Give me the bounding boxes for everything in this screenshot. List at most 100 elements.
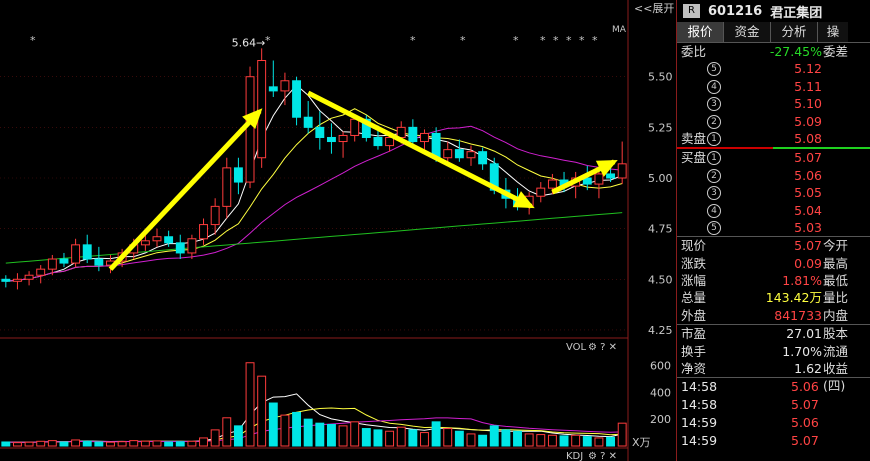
- buy-level-row: 买盘 1 5.07: [677, 149, 870, 166]
- candle-body: [59, 258, 69, 264]
- level-price: 5.03: [794, 219, 822, 235]
- candle-body: [466, 151, 476, 159]
- level-price: 5.08: [794, 130, 822, 146]
- vol-unit-label: X万: [632, 436, 651, 449]
- level-number: 1: [707, 151, 721, 166]
- buy-level-row: 2 5.06: [677, 167, 870, 184]
- candle-body: [82, 244, 92, 260]
- vol-tick-label: 200: [650, 413, 671, 426]
- ma-label: MA: [612, 25, 627, 35]
- volume-bar: [140, 440, 150, 447]
- volume-bar: [175, 441, 185, 447]
- volume-bar: [547, 434, 557, 447]
- vol-tick-label: 600: [650, 359, 671, 372]
- volume-bar: [373, 429, 383, 447]
- candle-body: [373, 136, 383, 147]
- candle-body: [443, 149, 453, 159]
- volume-bar: [513, 430, 522, 447]
- candle-body: [606, 173, 616, 179]
- candle-body: [164, 236, 174, 244]
- volume-bar: [71, 439, 81, 447]
- stats-block: 现价 5.07 今开 涨跌 0.09 最高 涨幅 1.81% 最低 总量 143.42万 量比 外盘 84…: [677, 237, 870, 324]
- kline-chart[interactable]: 5.64→ 5.50 5.25 5.00 4.75 4.50 4.25 600 400 200 X…: [0, 0, 676, 461]
- buy-level-row: 4 5.04: [677, 202, 870, 219]
- volume-bar: [582, 436, 592, 447]
- volume-bar: [24, 441, 34, 447]
- tick-time: 14:59: [681, 433, 718, 449]
- candle-body: [94, 258, 104, 266]
- stat-label-2: 量比: [823, 290, 849, 306]
- volume-bar: [536, 434, 546, 447]
- volume-bar: [571, 434, 581, 447]
- stat-value: 1.62: [794, 361, 822, 377]
- candle-body: [478, 151, 488, 165]
- tick-price: 5.07: [791, 433, 819, 449]
- level-number: 3: [707, 186, 721, 201]
- stat-row: 换手 1.70% 流通: [677, 343, 870, 360]
- tab-funds[interactable]: 资金: [724, 22, 771, 42]
- stat-label: 市盈: [681, 326, 707, 342]
- level-price: 5.05: [794, 185, 822, 201]
- volume-bar: [408, 429, 418, 447]
- volume-bar: [152, 440, 162, 447]
- candle-body: [385, 136, 395, 147]
- volume-bar: [210, 429, 220, 447]
- event-marker: *: [410, 34, 416, 47]
- candle-body: [12, 278, 22, 282]
- candle-body: [454, 149, 464, 159]
- gear-icon[interactable]: ⚙ ? ✕: [588, 342, 617, 353]
- candle-body: [420, 132, 429, 143]
- stat-value: 0.09: [794, 255, 822, 271]
- stock-header: R 601216 君正集团: [677, 0, 870, 22]
- level-number: 2: [707, 168, 721, 183]
- volume-bar: [1, 441, 11, 447]
- gear-icon[interactable]: ⚙ ? ✕: [588, 451, 617, 461]
- tick-price: 5.06: [791, 415, 819, 431]
- y-tick-label: 4.75: [648, 223, 673, 236]
- volume-bar: [59, 441, 69, 447]
- candlestick-series: 5.64→: [1, 36, 627, 290]
- tab-operate[interactable]: 操: [818, 22, 848, 42]
- tab-analysis[interactable]: 分析: [771, 22, 818, 42]
- arrow-shaft: [108, 109, 262, 271]
- tick-time: 14:58: [681, 379, 718, 395]
- candle-body: [617, 163, 627, 179]
- stat-row: 涨幅 1.81% 最低: [677, 272, 870, 289]
- event-marker: *: [265, 34, 271, 47]
- level-price: 5.04: [794, 202, 822, 218]
- expand-button[interactable]: <<展开: [634, 2, 674, 15]
- vol-label: VOL: [566, 342, 587, 353]
- volume-bar: [489, 425, 499, 447]
- volume-bar: [338, 425, 348, 447]
- y-tick-label: 5.00: [648, 172, 673, 185]
- volume-bar: [292, 411, 302, 447]
- level-price: 5.06: [794, 167, 822, 183]
- event-marker: *: [553, 34, 559, 47]
- buy-level-row: 5 5.03: [677, 219, 870, 236]
- axis-labels: 5.50 5.25 5.00 4.75 4.50 4.25 600 400 200 X万 <<展开 M…: [30, 2, 674, 461]
- ma5-line: [5, 84, 623, 282]
- event-marker: *: [592, 34, 598, 47]
- y-tick-label: 5.50: [648, 71, 673, 84]
- volume-bar: [257, 375, 267, 447]
- event-marker: *: [566, 34, 572, 47]
- stat-value: 143.42万: [765, 290, 822, 306]
- candle-body: [280, 80, 290, 92]
- sell-level-row: 3 5.10: [677, 95, 870, 112]
- volume-bar: [36, 440, 46, 447]
- stat-value: 27.01: [786, 326, 822, 342]
- tab-quote[interactable]: 报价: [677, 22, 724, 42]
- stat-row: 涨跌 0.09 最高: [677, 255, 870, 272]
- candle-body: [1, 278, 11, 282]
- weicha-label: 委差: [823, 44, 849, 59]
- stat-label: 换手: [681, 343, 707, 359]
- volume-bar: [315, 422, 325, 447]
- stock-code: 601216: [707, 3, 763, 19]
- volume-bar: [559, 435, 569, 447]
- tick-row: 14:59 5.06: [677, 414, 870, 432]
- candle-body: [233, 167, 243, 183]
- volume-bar: [466, 433, 476, 447]
- candle-body: [268, 86, 278, 92]
- volume-bar: [47, 440, 57, 447]
- arrow-shaft: [307, 90, 533, 209]
